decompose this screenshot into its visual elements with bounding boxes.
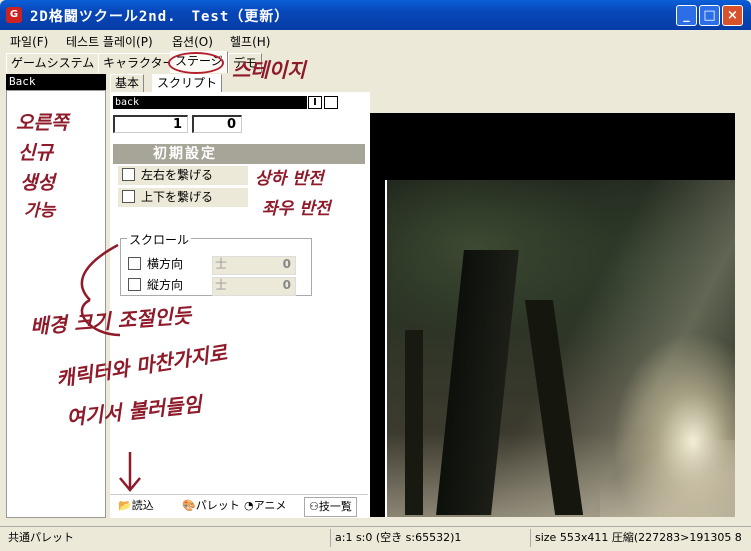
scroll-horizontal-field[interactable]: 士 0 xyxy=(212,256,296,275)
section-initial-settings: 初期設定 xyxy=(113,144,365,164)
maximize-button[interactable]: □ xyxy=(699,5,720,26)
people-icon: ⚇ xyxy=(309,500,319,513)
minimize-button[interactable]: _ xyxy=(676,5,697,26)
scroll-vertical-field[interactable]: 士 0 xyxy=(212,277,296,296)
annotation-arrow xyxy=(119,452,141,492)
checkbox-label: 上下を繋げる xyxy=(141,190,214,204)
stage-name-field[interactable]: back xyxy=(113,96,307,109)
scroll-horizontal-row[interactable]: 横方向 xyxy=(124,256,183,273)
sign-label: 士 xyxy=(215,257,228,271)
subtab-script[interactable]: スクリプト xyxy=(152,74,223,93)
main-tabs: ゲームシステム キャラクター ステージ デモ xyxy=(0,50,751,73)
tree-trunk xyxy=(405,330,423,515)
checkbox-label: 左右を繋げる xyxy=(141,168,214,182)
annotation-circle xyxy=(168,52,224,74)
load-button[interactable]: 📂読込 xyxy=(118,497,154,515)
annotation-flip-2: 좌우 반전 xyxy=(262,199,331,219)
palette-button[interactable]: 🎨パレット xyxy=(182,497,240,515)
value-label: 0 xyxy=(282,257,291,271)
checkbox-label: 横方向 xyxy=(147,257,184,271)
status-bar: 共通パレット a:1 s:0 (空き s:65532)1 size 553x41… xyxy=(0,526,751,551)
text-cursor-marker: I xyxy=(308,96,322,109)
checkbox-icon[interactable] xyxy=(122,190,135,203)
menu-bar: 파일(F) 테스트 플레이(P) 옵션(O) 헬프(H) xyxy=(0,30,751,50)
checkbox-wrap-vertical[interactable]: 上下を繋げる xyxy=(118,188,248,207)
move-list-button[interactable]: ⚇技一覧 xyxy=(304,497,357,517)
status-middle: a:1 s:0 (空き s:65532)1 xyxy=(330,529,533,547)
checkbox-label: 縦方向 xyxy=(147,278,184,292)
menu-help[interactable]: 헬프(H) xyxy=(230,33,270,50)
anime-label: アニメ xyxy=(253,499,287,512)
annotation-stage: 스테이지 xyxy=(232,58,306,82)
folder-icon: 📂 xyxy=(118,499,132,512)
palette-label: パレット xyxy=(195,499,240,512)
number-field-1[interactable]: 1 xyxy=(113,115,188,133)
scroll-vertical-row[interactable]: 縦方向 xyxy=(124,277,183,294)
load-label: 読込 xyxy=(131,499,154,512)
status-right: size 553x411 圧縮(227283>191305 8 xyxy=(530,529,751,547)
menu-test-play[interactable]: 테스트 플레이(P) xyxy=(66,33,153,50)
tab-game-system[interactable]: ゲームシステム xyxy=(6,53,100,73)
annotation-left-2: 신규 xyxy=(18,142,53,164)
close-button[interactable]: × xyxy=(722,5,743,26)
app-icon[interactable]: G xyxy=(6,7,22,23)
sign-label: 士 xyxy=(215,278,228,292)
status-left: 共通パレット xyxy=(8,531,74,544)
menu-file[interactable]: 파일(F) xyxy=(10,33,48,50)
scroll-group-legend: スクロール xyxy=(127,231,192,248)
value-label: 0 xyxy=(282,278,291,292)
menu-options[interactable]: 옵션(O) xyxy=(172,33,213,50)
checkbox-wrap-horizontal[interactable]: 左右を繋げる xyxy=(118,166,248,185)
subtab-basic[interactable]: 基本 xyxy=(110,74,145,93)
stage-list-selected[interactable]: Back xyxy=(6,74,106,90)
move-list-label: 技一覧 xyxy=(318,500,352,513)
annotation-left-3: 생성 xyxy=(20,172,55,194)
palette-icon: 🎨 xyxy=(182,499,196,512)
bottom-toolbar: 📂読込 🎨パレット ◔アニメ ⚇技一覧 xyxy=(110,494,368,517)
annotation-left-4: 가능 xyxy=(24,201,56,221)
clock-icon: ◔ xyxy=(244,499,254,512)
annotation-left-1: 오른쪽 xyxy=(16,112,69,134)
light-path xyxy=(600,440,735,517)
number-field-2[interactable]: 0 xyxy=(192,115,242,133)
checkbox-icon[interactable] xyxy=(122,168,135,181)
anime-button[interactable]: ◔アニメ xyxy=(244,497,286,515)
annotation-flip-1: 상하 반전 xyxy=(255,169,324,189)
window-title: 2D格闘ツクール2nd. Test（更新） xyxy=(30,9,290,25)
empty-marker xyxy=(324,96,338,109)
annotation-bracket xyxy=(80,243,121,337)
